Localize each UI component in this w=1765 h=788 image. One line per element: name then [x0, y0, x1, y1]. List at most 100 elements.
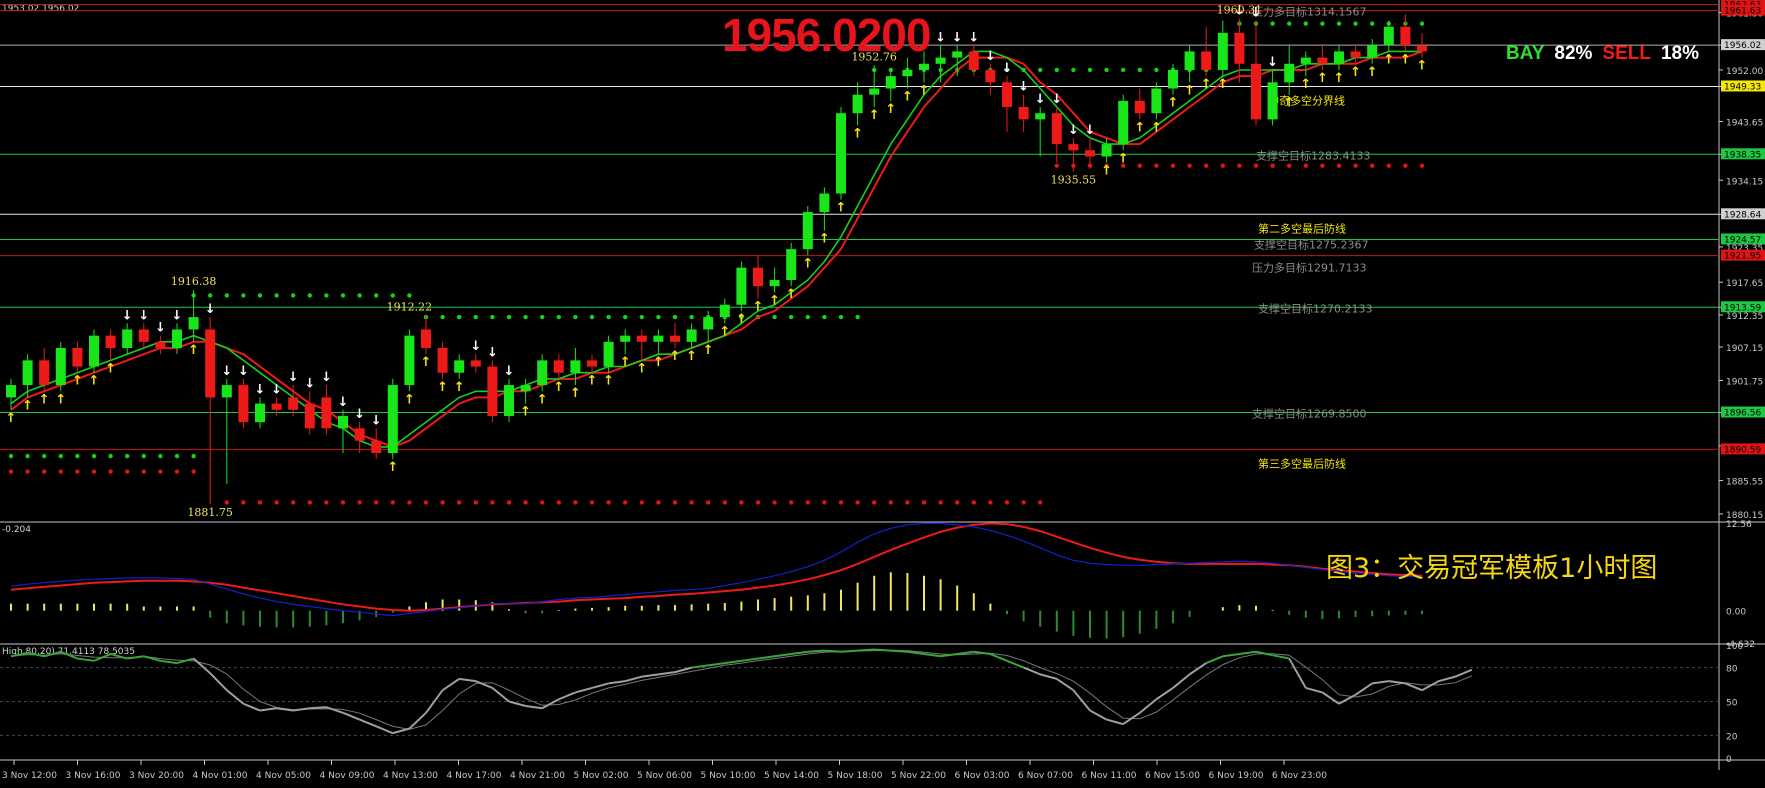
buy-arrow-icon: ↑ [636, 361, 647, 376]
macd-tick-label: 0.00 [1726, 608, 1746, 618]
time-tick-label: 6 Nov 03:00 [955, 771, 1010, 781]
stoch-main-segment [791, 650, 808, 656]
stoch-main-segment [160, 659, 178, 665]
stoch-main-segment [708, 662, 725, 667]
stoch-main-segment [840, 649, 858, 653]
candle-body [968, 51, 979, 70]
candle-body [636, 335, 647, 342]
dot-marker [390, 500, 395, 505]
sell-arrow-icon: ↓ [304, 376, 315, 391]
candle-body [321, 397, 332, 429]
buy-arrow-icon: ↑ [836, 201, 847, 216]
candle-body [885, 76, 896, 89]
dot-marker [42, 469, 47, 474]
dot-marker [257, 293, 263, 298]
sell-arrow-icon: ↓ [321, 370, 332, 385]
dot-marker [1303, 21, 1309, 26]
candle-body [304, 403, 315, 429]
dot-marker [971, 500, 976, 505]
buy-arrow-icon: ↑ [1417, 59, 1428, 74]
macd-signal-line [10, 522, 1423, 612]
time-tick-label: 5 Nov 10:00 [701, 771, 756, 781]
time-tick-label: 3 Nov 12:00 [2, 771, 57, 781]
macd-tick-label: 12.56 [1726, 520, 1752, 530]
dot-marker [1336, 163, 1342, 168]
stoch-tick-label: 100 [1726, 642, 1743, 652]
candle-body [354, 428, 365, 441]
buy-arrow-icon: ↑ [39, 392, 50, 407]
buy-arrow-icon: ↑ [22, 398, 33, 413]
macd-header: -0.204 [2, 525, 31, 535]
sell-arrow-icon: ↓ [238, 364, 249, 379]
sell-arrow-icon: ↓ [288, 370, 299, 385]
dot-marker [689, 500, 694, 505]
dot-marker [307, 500, 312, 505]
buy-arrow-icon: ↑ [587, 374, 598, 389]
candle-body [537, 360, 548, 386]
stoch-main-segment [259, 707, 277, 712]
dot-marker [1104, 67, 1109, 73]
dot-marker [805, 500, 810, 505]
dot-marker [556, 314, 561, 320]
dot-marker [789, 314, 794, 320]
price-tag-label: 1896.56 [1724, 409, 1761, 419]
dot-marker [656, 500, 661, 505]
dot-marker [672, 500, 678, 505]
price-tick-label: 1907.15 [1726, 344, 1763, 354]
candle-body [620, 335, 631, 342]
candle-body [504, 385, 514, 416]
candle-body [138, 329, 149, 342]
buy-arrow-icon: ↑ [670, 349, 681, 364]
dot-marker [838, 314, 844, 320]
dot-marker [1154, 67, 1159, 73]
candle-body [553, 360, 564, 373]
candle-body [1234, 32, 1245, 64]
candle-body [437, 348, 448, 373]
dot-marker [1353, 163, 1358, 168]
candle-body [587, 360, 597, 367]
buy-arrow-icon: ↑ [437, 380, 448, 395]
stoch-tick-label: 80 [1726, 665, 1738, 675]
time-tick-label: 4 Nov 09:00 [320, 771, 375, 781]
dot-marker [1038, 500, 1043, 505]
dot-marker [1353, 21, 1358, 26]
dot-marker [174, 469, 180, 474]
candle-body [1035, 113, 1046, 120]
candle-body [520, 385, 531, 392]
candle-body [205, 329, 216, 398]
dot-marker [440, 314, 445, 320]
level-label: 支撑空目标1275.2367 [1254, 237, 1369, 251]
stoch-main-segment [1172, 673, 1191, 689]
dot-marker [639, 500, 644, 505]
dot-marker [921, 500, 927, 505]
sell-arrow-icon: ↓ [138, 308, 149, 323]
dot-marker [174, 453, 180, 459]
buy-arrow-icon: ↑ [686, 349, 697, 364]
stoch-main-segment [1288, 658, 1307, 689]
dot-marker [91, 469, 97, 474]
candle-body [470, 360, 481, 367]
dot-marker [855, 500, 860, 505]
dot-marker [955, 500, 960, 505]
stoch-main-segment [824, 649, 842, 653]
time-tick-label: 5 Nov 18:00 [828, 771, 883, 781]
stoch-main-segment [342, 711, 360, 721]
stoch-main-segment [724, 659, 742, 665]
time-tick-label: 4 Nov 05:00 [256, 771, 311, 781]
time-tick-label: 6 Nov 11:00 [1082, 771, 1137, 781]
stoch-main-segment [741, 657, 759, 662]
dot-marker [1370, 21, 1375, 26]
candle-body [387, 385, 398, 454]
dot-marker [1287, 21, 1292, 26]
candle-body [1350, 51, 1361, 58]
dot-marker [241, 293, 246, 298]
buy-arrow-icon: ↑ [1101, 164, 1112, 179]
time-tick-label: 4 Nov 13:00 [383, 771, 438, 781]
dot-marker [224, 293, 229, 298]
dot-marker [1320, 163, 1325, 168]
buy-arrow-icon: ↑ [537, 392, 548, 407]
stoch-main-segment [459, 677, 476, 683]
buy-arrow-icon: ↑ [421, 355, 432, 370]
candle-body [1101, 144, 1112, 157]
candle-body [786, 249, 797, 281]
